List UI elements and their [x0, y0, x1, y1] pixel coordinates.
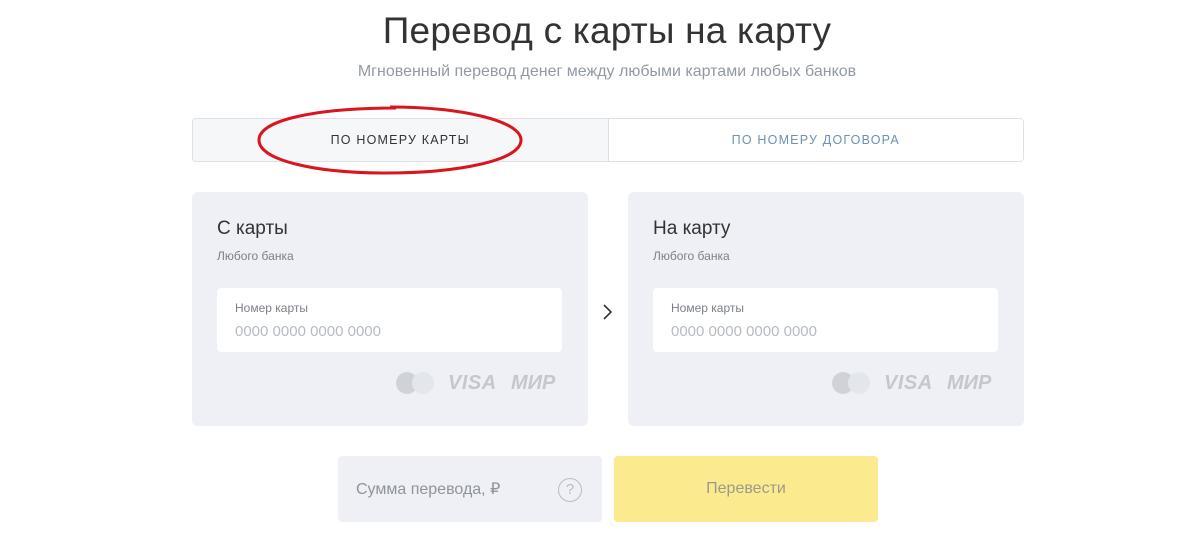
destination-card-panel: На карту Любого банка Номер карты VISA М… [628, 192, 1024, 426]
visa-logo: VISA [884, 372, 933, 394]
transfer-button[interactable]: Перевести [614, 456, 878, 522]
source-card-title: С карты [217, 218, 288, 239]
source-card-panel: С карты Любого банка Номер карты VISA МИ… [192, 192, 588, 426]
source-card-number-field[interactable]: Номер карты [217, 288, 562, 352]
mastercard-icon [832, 372, 872, 394]
tab-by-card-number[interactable]: По номеру карты [193, 119, 609, 161]
payment-systems-logos: VISA МИР [832, 370, 998, 396]
tab-by-contract-number[interactable]: По номеру договора [608, 119, 1023, 161]
mastercard-icon [396, 372, 436, 394]
destination-card-title: На карту [653, 218, 731, 239]
chevron-right-icon [603, 304, 613, 320]
page-subtitle: Мгновенный перевод денег между любыми ка… [357, 63, 857, 80]
transfer-amount-field[interactable]: ? [338, 456, 602, 522]
source-card-subtitle: Любого банка [217, 249, 294, 263]
transfer-mode-tabs: По номеру карты По номеру договора [192, 118, 1024, 162]
destination-card-subtitle: Любого банка [653, 249, 730, 263]
destination-card-number-label: Номер карты [671, 301, 744, 315]
help-icon[interactable]: ? [558, 478, 582, 502]
destination-card-number-input[interactable] [671, 320, 971, 342]
source-card-number-label: Номер карты [235, 301, 308, 315]
payment-systems-logos: VISA МИР [396, 370, 562, 396]
source-card-number-input[interactable] [235, 320, 535, 342]
mir-logo: МИР [947, 372, 992, 394]
page-title: Перевод с карты на карту [382, 10, 832, 51]
mir-logo: МИР [511, 372, 556, 394]
transfer-amount-input[interactable] [356, 478, 546, 502]
visa-logo: VISA [448, 372, 497, 394]
destination-card-number-field[interactable]: Номер карты [653, 288, 998, 352]
